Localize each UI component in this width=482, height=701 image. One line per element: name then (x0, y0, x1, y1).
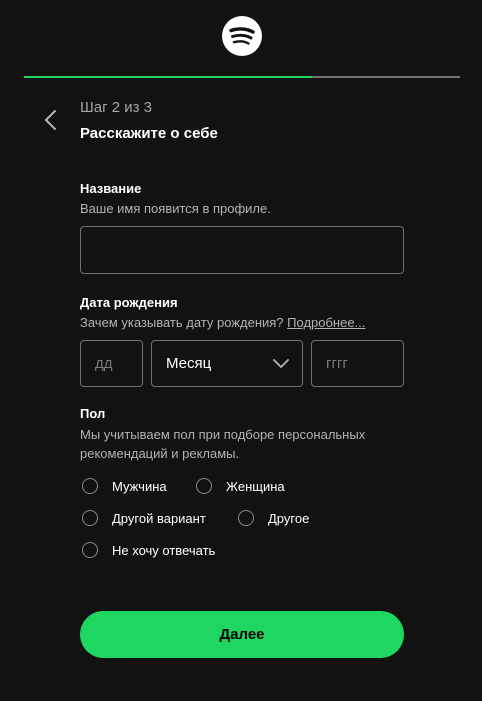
radio-circle-icon (82, 510, 98, 526)
step-counter: Шаг 2 из 3 (80, 99, 153, 116)
gender-option-label: Другое (268, 510, 310, 526)
birthdate-hint: Зачем указывать дату рождения? Подробнее… (80, 313, 365, 333)
gender-option-male[interactable]: Мужчина (82, 478, 167, 494)
radio-circle-icon (82, 478, 98, 494)
year-input[interactable] (311, 340, 404, 387)
gender-option-other[interactable]: Другое (238, 510, 309, 526)
gender-option-prefer-not[interactable]: Не хочу отвечать (82, 542, 215, 558)
name-input[interactable] (80, 226, 404, 274)
radio-circle-icon (196, 478, 212, 494)
name-label: Название (80, 181, 142, 196)
chevron-down-icon (273, 359, 289, 368)
back-chevron-icon[interactable] (40, 108, 64, 132)
spotify-logo-icon (222, 16, 262, 56)
gender-option-label: Мужчина (112, 478, 167, 494)
step-title: Расскажите о себе (80, 125, 218, 142)
birthdate-hint-text: Зачем указывать дату рождения? (80, 315, 284, 330)
radio-circle-icon (238, 510, 254, 526)
day-input[interactable] (80, 340, 143, 387)
progress-bar (24, 76, 460, 78)
signup-step-page: Шаг 2 из 3 Расскажите о себе Название Ва… (0, 0, 482, 701)
gender-hint-line1: Мы учитываем пол при подборе персональны… (80, 427, 366, 442)
gender-option-label: Женщина (226, 478, 285, 494)
gender-option-other-variant[interactable]: Другой вариант (82, 510, 206, 526)
gender-option-label: Другой вариант (112, 510, 206, 526)
gender-hint-line2: рекомендаций и рекламы. (80, 446, 240, 461)
gender-label: Пол (80, 406, 106, 421)
month-select[interactable]: Месяц (151, 340, 303, 387)
radio-circle-icon (82, 542, 98, 558)
birthdate-label: Дата рождения (80, 295, 178, 310)
learn-more-link[interactable]: Подробнее... (287, 315, 365, 330)
gender-option-female[interactable]: Женщина (196, 478, 285, 494)
progress-bar-fill (24, 76, 312, 78)
month-select-value: Месяц (166, 355, 212, 372)
next-button[interactable]: Далее (80, 611, 404, 658)
name-hint: Ваше имя появится в профиле. (80, 201, 271, 216)
gender-option-label: Не хочу отвечать (112, 542, 216, 558)
